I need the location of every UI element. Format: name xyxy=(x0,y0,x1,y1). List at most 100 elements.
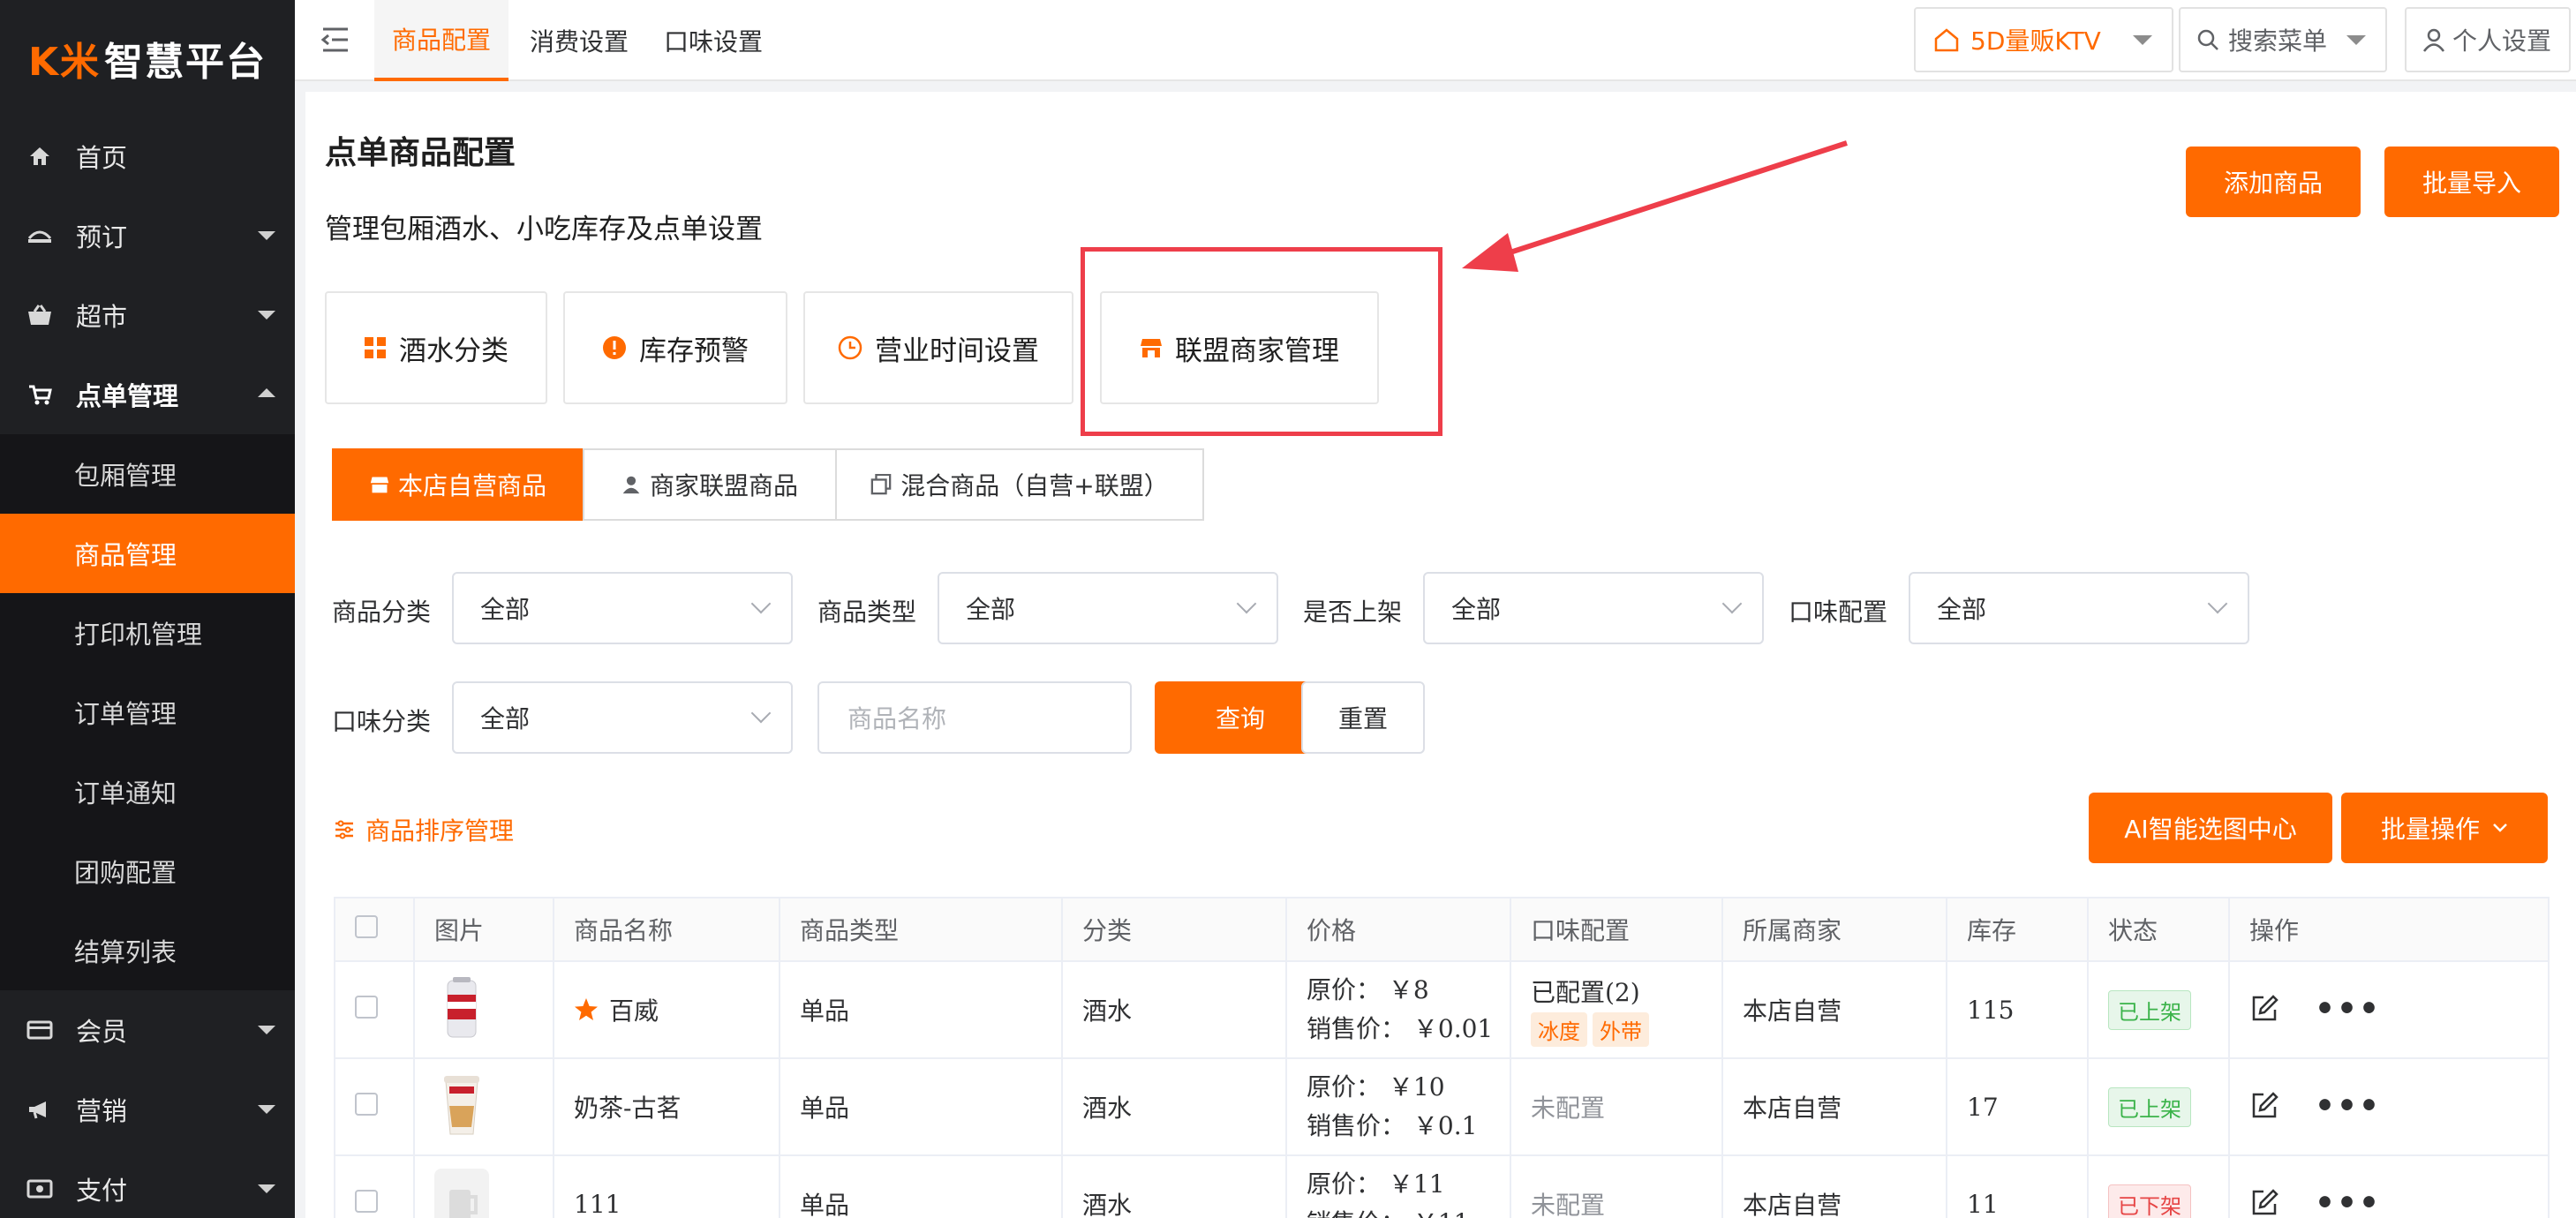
sidebar-subitem-rooms[interactable]: 包厢管理 xyxy=(0,434,295,514)
row-checkbox[interactable] xyxy=(355,1092,378,1116)
status-cell: 已上架 xyxy=(2087,1057,2230,1156)
chevron-down-icon xyxy=(2346,35,2366,45)
search-placeholder: 搜索菜单 xyxy=(2228,26,2328,56)
sale-price: 销售价： ￥0.01 xyxy=(1307,1014,1494,1043)
ai-image-center-button[interactable]: AI智能选图中心 xyxy=(2089,793,2332,863)
sidebar-item-label: 营销 xyxy=(76,1096,128,1126)
sidebar-item-payment[interactable]: 支付 xyxy=(0,1149,295,1218)
add-product-button[interactable]: 添加商品 xyxy=(2186,147,2361,217)
chevron-down-icon xyxy=(2133,35,2152,45)
row-select-cell xyxy=(334,1057,415,1156)
sort-link-label: 商品排序管理 xyxy=(365,816,515,846)
sidebar-item-booking[interactable]: 预订 xyxy=(0,196,295,275)
collapse-menu-icon[interactable] xyxy=(320,25,351,55)
topbar: 商品配置 消费设置 口味设置 5D量贩KTV 搜索菜单 个人设置 xyxy=(295,0,2576,81)
row-checkbox[interactable] xyxy=(355,1189,378,1213)
select-value: 全部 xyxy=(1451,595,1502,624)
sidebar-subitem-printers[interactable]: 打印机管理 xyxy=(0,593,295,673)
quick-stock-alert[interactable]: 库存预警 xyxy=(563,291,787,404)
batch-operation-button[interactable]: 批量操作 xyxy=(2341,793,2548,863)
category-cell: 酒水 xyxy=(1061,1057,1287,1156)
image-cell xyxy=(413,1057,554,1156)
more-icon[interactable]: ••• xyxy=(2315,1087,2381,1124)
price-cell: 原价： ￥8 销售价： ￥0.01 xyxy=(1285,960,1511,1059)
sort-management-link[interactable]: 商品排序管理 xyxy=(334,812,514,847)
sidebar-item-ordering[interactable]: 点单管理 xyxy=(0,355,295,434)
edit-icon[interactable] xyxy=(2249,994,2279,1024)
col-type: 商品类型 xyxy=(779,897,1063,962)
edit-icon[interactable] xyxy=(2249,1188,2279,1218)
chevron-down-icon xyxy=(2207,593,2228,614)
quick-drink-category[interactable]: 酒水分类 xyxy=(325,291,547,404)
select-all-cell xyxy=(334,897,415,962)
flavor-tag: 冰度 xyxy=(1531,1011,1587,1047)
profile-settings[interactable]: 个人设置 xyxy=(2405,7,2571,72)
sidebar-item-home[interactable]: 首页 xyxy=(0,117,295,196)
table-row: 百威 单品 酒水 原价： ￥8 销售价： ￥0.01 已配置(2) 冰度 外带 本… xyxy=(334,960,2550,1059)
listed-select[interactable]: 全部 xyxy=(1423,572,1764,644)
more-icon[interactable]: ••• xyxy=(2315,1184,2381,1218)
merchant-cell: 本店自营 xyxy=(1721,960,1947,1059)
tab-own-products[interactable]: 本店自营商品 xyxy=(332,448,584,521)
tab-consumption-settings[interactable]: 消费设置 xyxy=(516,0,643,81)
logo-text: 智慧平台 xyxy=(104,40,267,85)
reset-button[interactable]: 重置 xyxy=(1301,681,1425,754)
category-select[interactable]: 全部 xyxy=(452,572,793,644)
sidebar-item-member[interactable]: 会员 xyxy=(0,990,295,1070)
filter-label-listed: 是否上架 xyxy=(1303,598,1403,627)
alert-icon xyxy=(602,335,627,360)
table-row: 111 单品 酒水 原价： ￥11 销售价： ￥11 未配置 本店自营 11 已… xyxy=(334,1154,2550,1218)
flavor-config-select[interactable]: 全部 xyxy=(1909,572,2249,644)
row-select-cell xyxy=(334,1154,415,1218)
tab-mixed-products[interactable]: 混合商品（自营+联盟） xyxy=(835,448,1204,521)
col-flavor: 口味配置 xyxy=(1510,897,1723,962)
row-checkbox[interactable] xyxy=(355,995,378,1019)
name-cell: 奶茶-古茗 xyxy=(553,1057,780,1156)
sidebar-subitem-orders[interactable]: 订单管理 xyxy=(0,673,295,752)
flavor-cell: 未配置 xyxy=(1510,1057,1723,1156)
price-cell: 原价： ￥10 销售价： ￥0.1 xyxy=(1285,1057,1511,1156)
type-select[interactable]: 全部 xyxy=(938,572,1278,644)
flavor-category-select[interactable]: 全部 xyxy=(452,681,793,754)
select-all-checkbox[interactable] xyxy=(355,914,378,938)
chevron-down-icon xyxy=(750,593,772,614)
product-name-input[interactable]: 商品名称 xyxy=(817,681,1132,754)
sidebar-subitem-order-notify[interactable]: 订单通知 xyxy=(0,752,295,831)
sidebar-item-market[interactable]: 超市 xyxy=(0,275,295,355)
edit-icon[interactable] xyxy=(2249,1091,2279,1121)
query-button[interactable]: 查询 xyxy=(1155,681,1326,754)
status-badge: 已上架 xyxy=(2108,1086,2191,1127)
batch-import-button[interactable]: 批量导入 xyxy=(2384,147,2559,217)
grid-icon xyxy=(364,336,387,359)
user-icon xyxy=(2422,27,2445,52)
search-icon xyxy=(2196,28,2219,51)
category-cell: 酒水 xyxy=(1061,1154,1287,1218)
tab-label: 本店自营商品 xyxy=(397,471,546,500)
table-header: 图片 商品名称 商品类型 分类 价格 口味配置 所属商家 库存 状态 操作 xyxy=(334,897,2550,962)
col-status: 状态 xyxy=(2087,897,2230,962)
chevron-down-icon xyxy=(258,1026,275,1034)
flavor-cell: 已配置(2) 冰度 外带 xyxy=(1510,960,1723,1059)
chevron-down-icon xyxy=(1721,593,1743,614)
select-value: 全部 xyxy=(966,595,1016,624)
more-icon[interactable]: ••• xyxy=(2315,990,2381,1027)
menu-search[interactable]: 搜索菜单 xyxy=(2179,7,2387,72)
col-name: 商品名称 xyxy=(553,897,780,962)
actions-cell: ••• xyxy=(2228,1154,2550,1218)
chevron-down-icon xyxy=(750,703,772,724)
sidebar-subitem-group-buy[interactable]: 团购配置 xyxy=(0,831,295,911)
tab-flavor-settings[interactable]: 口味设置 xyxy=(650,0,777,81)
tab-alliance-products[interactable]: 商家联盟商品 xyxy=(583,448,837,521)
tab-product-config[interactable]: 商品配置 xyxy=(374,0,508,81)
chevron-down-icon xyxy=(258,231,275,240)
sidebar-subitem-settlement[interactable]: 结算列表 xyxy=(0,911,295,990)
table-row: 奶茶-古茗 单品 酒水 原价： ￥10 销售价： ￥0.1 未配置 本店自营 1… xyxy=(334,1057,2550,1156)
quick-business-hours[interactable]: 营业时间设置 xyxy=(803,291,1073,404)
merchant-cell: 本店自营 xyxy=(1721,1154,1947,1218)
sidebar-subitem-products[interactable]: 商品管理 xyxy=(0,514,295,593)
store-selector[interactable]: 5D量贩KTV xyxy=(1914,7,2173,72)
star-icon xyxy=(574,997,599,1022)
product-name: 百威 xyxy=(609,996,659,1026)
sidebar-item-marketing[interactable]: 营销 xyxy=(0,1070,295,1149)
card-icon xyxy=(26,1020,53,1040)
